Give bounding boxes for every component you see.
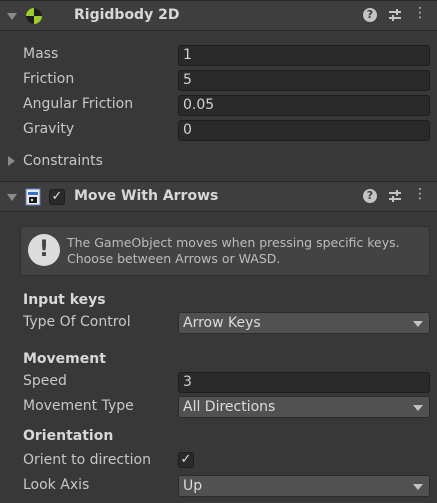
orient-to-direction-checkbox[interactable]: ✓ xyxy=(178,452,194,468)
orient-to-direction-label: Orient to direction xyxy=(23,452,151,468)
type-of-control-value: Arrow Keys xyxy=(183,315,261,331)
angular-friction-label: Angular Friction xyxy=(23,96,134,112)
angular-friction-field[interactable]: 0.05 xyxy=(178,95,430,116)
checkmark-icon: ✓ xyxy=(51,189,63,204)
speed-field[interactable]: 3 xyxy=(178,372,430,393)
warning-icon: ! xyxy=(28,234,60,266)
type-of-control-label: Type Of Control xyxy=(23,314,131,330)
preset-icon[interactable] xyxy=(388,189,402,203)
movement-type-dropdown[interactable]: All Directions xyxy=(178,396,430,418)
dropdown-arrow-icon xyxy=(413,484,423,490)
move-with-arrows-title: Move With Arrows xyxy=(74,188,219,204)
gravity-field[interactable]: 0 xyxy=(178,120,430,141)
look-axis-label: Look Axis xyxy=(23,477,90,493)
help-line-1: The GameObject moves when pressing speci… xyxy=(67,235,400,250)
movement-type-value: All Directions xyxy=(183,399,276,415)
constraints-label: Constraints xyxy=(23,153,103,169)
foldout-arrow-icon[interactable] xyxy=(7,13,17,20)
friction-field[interactable]: 5 xyxy=(178,70,430,91)
movement-type-label: Movement Type xyxy=(23,398,134,414)
dropdown-arrow-icon xyxy=(413,405,423,411)
rigidbody-title: Rigidbody 2D xyxy=(74,7,180,23)
help-line-2: Choose between Arrows or WASD. xyxy=(67,251,281,266)
rigidbody-icon xyxy=(26,8,42,24)
move-with-arrows-header[interactable]: ✓ Move With Arrows ? ⋮ xyxy=(0,181,437,212)
look-axis-dropdown[interactable]: Up xyxy=(178,475,430,497)
orientation-header: Orientation xyxy=(23,428,114,444)
foldout-arrow-icon xyxy=(8,156,15,166)
foldout-arrow-icon[interactable] xyxy=(7,194,17,201)
movement-header: Movement xyxy=(23,351,106,367)
gravity-label: Gravity xyxy=(23,121,75,137)
look-axis-value: Up xyxy=(183,478,203,494)
component-enabled-checkbox[interactable]: ✓ xyxy=(49,189,65,205)
help-icon[interactable]: ? xyxy=(363,189,377,203)
input-keys-header: Input keys xyxy=(23,292,106,308)
rigidbody-header[interactable]: Rigidbody 2D ? ⋮ xyxy=(0,0,437,31)
script-icon xyxy=(25,188,41,206)
speed-label: Speed xyxy=(23,373,67,389)
context-menu-icon[interactable]: ⋮ xyxy=(413,186,427,202)
help-box: ! The GameObject moves when pressing spe… xyxy=(20,226,430,276)
dropdown-arrow-icon xyxy=(413,321,423,327)
context-menu-icon[interactable]: ⋮ xyxy=(413,5,427,21)
friction-label: Friction xyxy=(23,71,75,87)
type-of-control-dropdown[interactable]: Arrow Keys xyxy=(178,312,430,334)
help-text: The GameObject moves when pressing speci… xyxy=(67,235,427,267)
mass-field[interactable]: 1 xyxy=(178,45,430,66)
help-icon[interactable]: ? xyxy=(363,8,377,22)
mass-label: Mass xyxy=(23,46,59,62)
preset-icon[interactable] xyxy=(388,8,402,22)
checkmark-icon: ✓ xyxy=(180,452,192,467)
